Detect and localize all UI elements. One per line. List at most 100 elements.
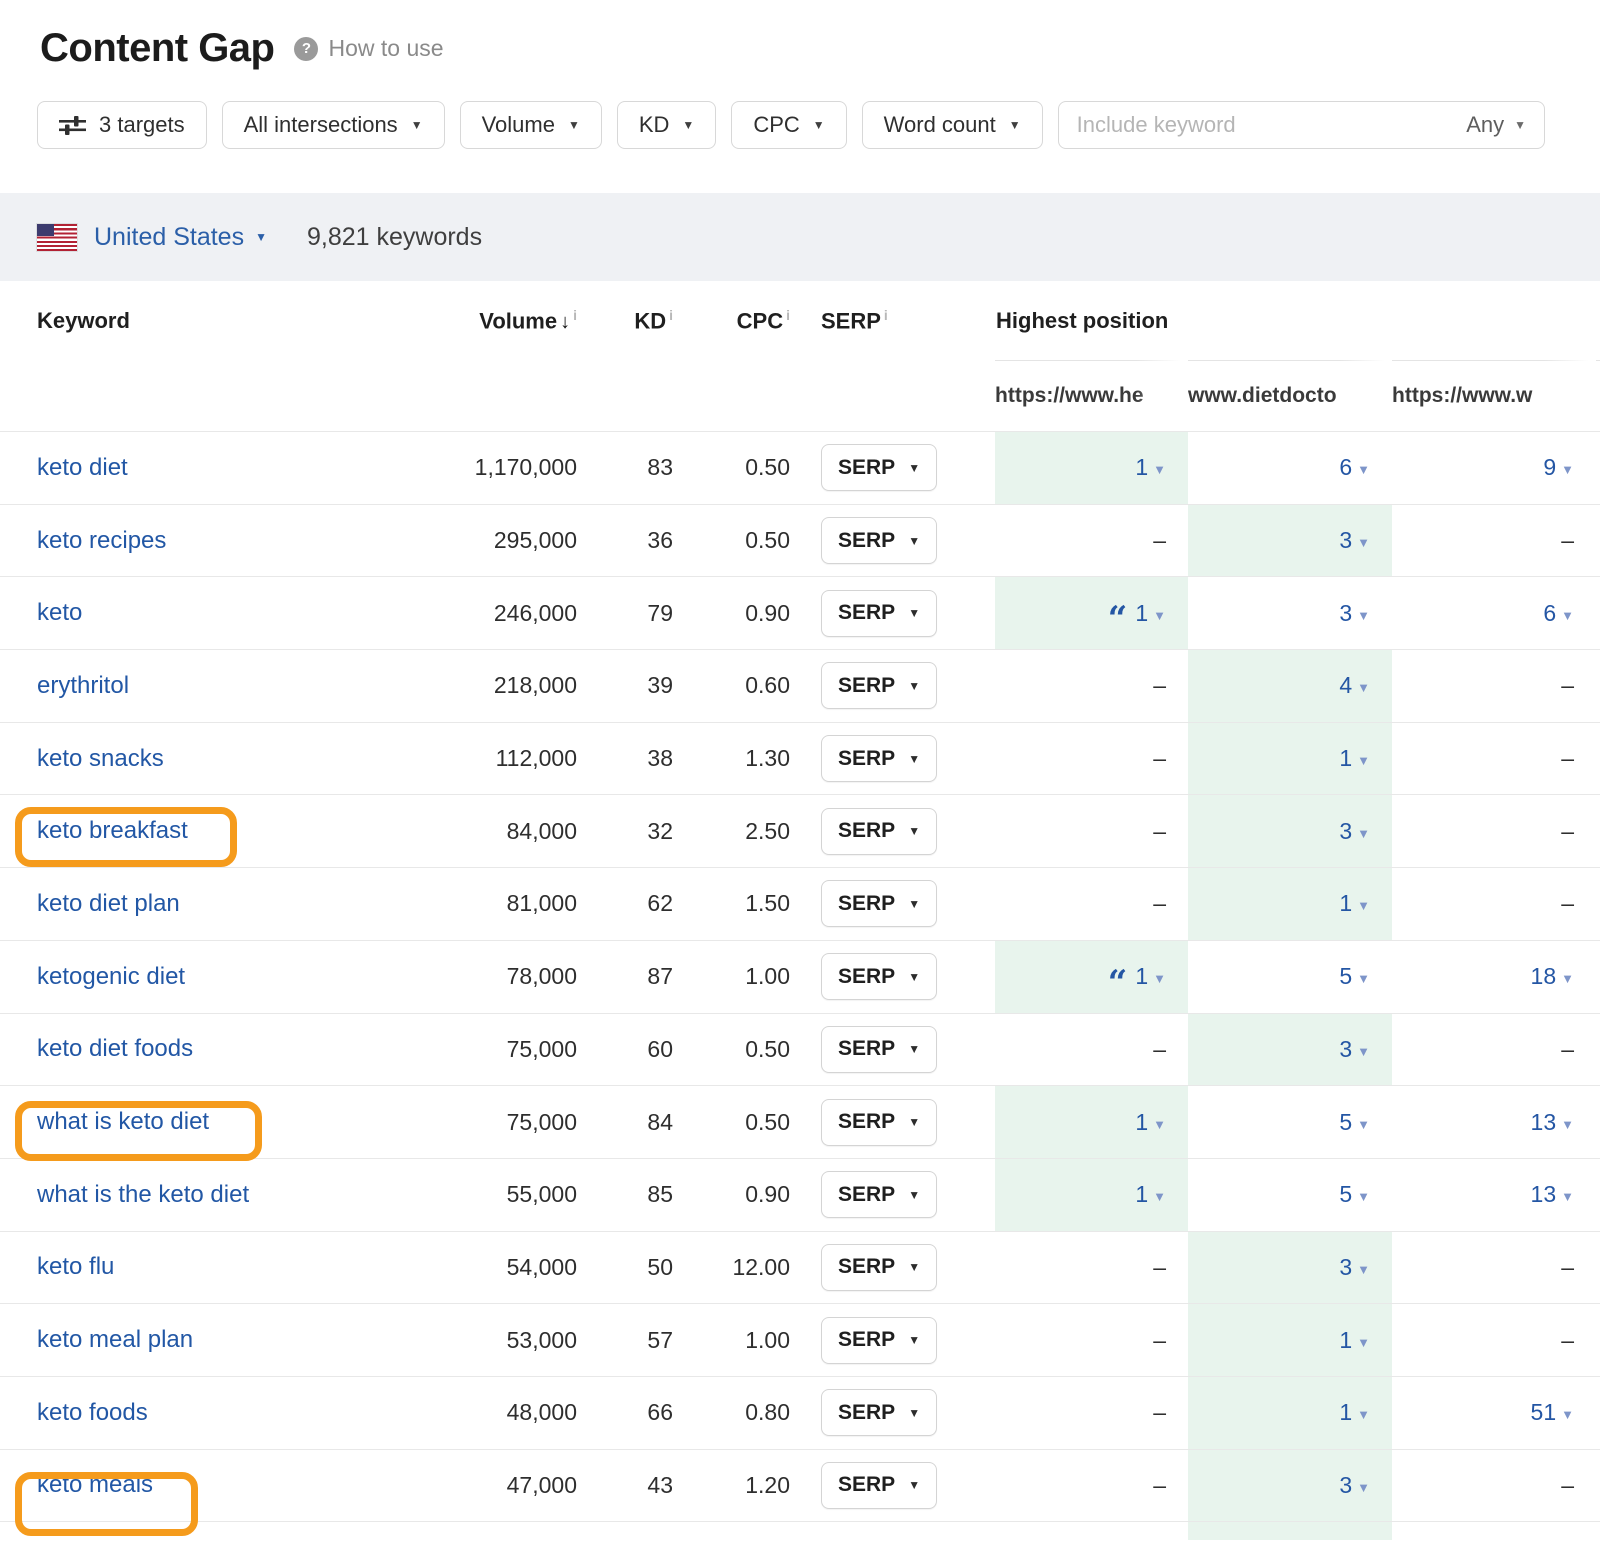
column-header-keyword: Keyword [0, 308, 420, 334]
position-cell [1188, 1522, 1392, 1540]
serp-button[interactable]: SERP▼ [821, 1317, 937, 1364]
column-header-highest-position: Highest position [995, 308, 1596, 334]
position-value-dropdown[interactable]: 6▼ [1543, 600, 1574, 627]
how-to-use-link[interactable]: ? How to use [294, 35, 443, 62]
keyword-link[interactable]: keto breakfast [37, 817, 188, 845]
position-value-dropdown[interactable]: 5▼ [1339, 963, 1370, 990]
all-intersections-dropdown[interactable]: All intersections ▼ [222, 101, 445, 149]
serp-button[interactable]: SERP▼ [821, 1026, 937, 1073]
keyword-cell: keto recipes [0, 505, 420, 577]
chevron-down-icon: ▼ [1357, 1189, 1370, 1204]
position-number: 1 [1339, 1399, 1352, 1426]
volume-cell: 218,000 [420, 650, 577, 722]
position-cell: 1▼ [1188, 723, 1392, 795]
serp-button[interactable]: SERP▼ [821, 590, 937, 637]
serp-button[interactable]: SERP ▼ [821, 1244, 937, 1291]
position-value-dropdown[interactable]: 1▼ [1339, 1399, 1370, 1426]
keyword-link[interactable]: keto meal plan [37, 1326, 193, 1354]
keyword-link[interactable]: keto diet plan [37, 890, 180, 918]
country-selector[interactable]: United States ▼ [94, 223, 267, 252]
position-value-dropdown[interactable]: 13▼ [1531, 1181, 1574, 1208]
column-header-cpc[interactable]: CPCi [673, 307, 790, 334]
chevron-down-icon: ▼ [908, 1261, 920, 1273]
position-value-dropdown[interactable]: 1▼ [1339, 890, 1370, 917]
position-value-dropdown[interactable]: 3▼ [1339, 1472, 1370, 1499]
keyword-link[interactable]: keto diet [37, 454, 128, 482]
serp-button[interactable]: SERP▼ [821, 662, 937, 709]
keyword-link[interactable]: keto foods [37, 1399, 148, 1427]
keyword-link[interactable]: keto snacks [37, 745, 164, 773]
position-value-dropdown[interactable]: 3▼ [1339, 818, 1370, 845]
serp-button[interactable]: SERP▼ [821, 517, 937, 564]
position-value-dropdown[interactable]: 51▼ [1531, 1399, 1574, 1426]
position-value-dropdown[interactable]: “1▼ [1108, 600, 1166, 627]
include-keyword-input[interactable]: Include keyword Any ▼ [1058, 101, 1545, 149]
position-value-dropdown[interactable]: 1▼ [1339, 1327, 1370, 1354]
position-value-dropdown[interactable]: 3▼ [1339, 527, 1370, 554]
keyword-link[interactable]: what is keto diet [37, 1108, 209, 1136]
position-value-dropdown[interactable]: 6▼ [1339, 454, 1370, 481]
no-position-dash: – [1561, 1327, 1574, 1354]
position-value-dropdown[interactable]: 5▼ [1339, 1181, 1370, 1208]
serp-button[interactable]: SERP▼ [821, 953, 937, 1000]
keyword-link[interactable]: ketogenic diet [37, 963, 185, 991]
cpc-filter-dropdown[interactable]: CPC ▼ [731, 101, 846, 149]
keyword-link[interactable]: erythritol [37, 672, 129, 700]
position-value-dropdown[interactable]: 3▼ [1339, 1036, 1370, 1063]
chevron-down-icon: ▼ [908, 680, 920, 692]
serp-button[interactable]: SERP▼ [821, 1171, 937, 1218]
position-value-dropdown[interactable]: 13▼ [1531, 1109, 1574, 1136]
keyword-link[interactable]: keto flu [37, 1253, 114, 1281]
position-value-dropdown[interactable]: 5▼ [1339, 1109, 1370, 1136]
volume-cell: 1,170,000 [420, 432, 577, 504]
column-header-kd[interactable]: KDi [577, 307, 673, 334]
position-value-dropdown[interactable]: 3▼ [1339, 600, 1370, 627]
us-flag-icon [37, 224, 77, 251]
chevron-down-icon: ▼ [1561, 971, 1574, 986]
position-value-dropdown[interactable]: “1▼ [1108, 963, 1166, 990]
serp-button[interactable]: SERP▼ [821, 1462, 937, 1509]
keyword-link[interactable]: what is the keto diet [37, 1181, 249, 1209]
word-count-filter-dropdown[interactable]: Word count ▼ [862, 101, 1043, 149]
serp-button[interactable]: SERP▼ [821, 735, 937, 782]
position-value-dropdown[interactable]: 1▼ [1339, 745, 1370, 772]
position-value-dropdown[interactable]: 1▼ [1135, 1109, 1166, 1136]
keyword-cell: keto diet foods [0, 1014, 420, 1086]
country-label: United States [94, 223, 244, 252]
position-value-dropdown[interactable]: 1▼ [1135, 454, 1166, 481]
cpc-cell: 1.20 [673, 1450, 790, 1522]
position-cell: – [1392, 505, 1596, 577]
intersections-label: All intersections [244, 112, 398, 138]
keyword-link[interactable]: keto diet foods [37, 1035, 193, 1063]
cpc-cell: 0.50 [673, 505, 790, 577]
match-mode-dropdown[interactable]: Any ▼ [1466, 112, 1526, 138]
position-value-dropdown[interactable]: 3▼ [1339, 1254, 1370, 1281]
position-value-dropdown[interactable]: 18▼ [1531, 963, 1574, 990]
kd-filter-dropdown[interactable]: KD ▼ [617, 101, 716, 149]
column-header-volume[interactable]: Volume↓i [420, 307, 577, 334]
table-row: keto diet1,170,000830.50SERP▼1▼6▼9▼ [0, 432, 1600, 505]
serp-cell: SERP▼ [790, 650, 995, 722]
no-position-dash: – [1561, 818, 1574, 845]
position-cell: 1▼ [1188, 1377, 1392, 1449]
position-value-dropdown[interactable]: 4▼ [1339, 672, 1370, 699]
keyword-link[interactable]: keto meals [37, 1471, 153, 1499]
serp-button[interactable]: SERP▼ [821, 880, 937, 927]
table-row: keto meals47,000431.20SERP▼–3▼– [0, 1450, 1600, 1523]
serp-button[interactable]: SERP▼ [821, 808, 937, 855]
serp-button[interactable]: SERP▼ [821, 1389, 937, 1436]
keyword-link[interactable]: keto [37, 599, 82, 627]
position-value-dropdown[interactable]: 9▼ [1543, 454, 1574, 481]
position-value-dropdown[interactable]: 1▼ [1135, 1181, 1166, 1208]
serp-button[interactable]: SERP▼ [821, 1099, 937, 1146]
volume-filter-dropdown[interactable]: Volume ▼ [460, 101, 602, 149]
position-cell: – [1392, 1304, 1596, 1376]
table-row: erythritol218,000390.60SERP▼–4▼– [0, 650, 1600, 723]
table-row: keto flu54,0005012.00SERP▼–3▼– [0, 1232, 1600, 1305]
serp-button[interactable]: SERP▼ [821, 444, 937, 491]
serp-button-label: SERP [838, 1255, 895, 1279]
targets-button[interactable]: 3 targets [37, 101, 207, 149]
position-cell: – [1392, 650, 1596, 722]
keyword-link[interactable]: keto recipes [37, 527, 166, 555]
position-cell: 3▼ [1188, 577, 1392, 649]
